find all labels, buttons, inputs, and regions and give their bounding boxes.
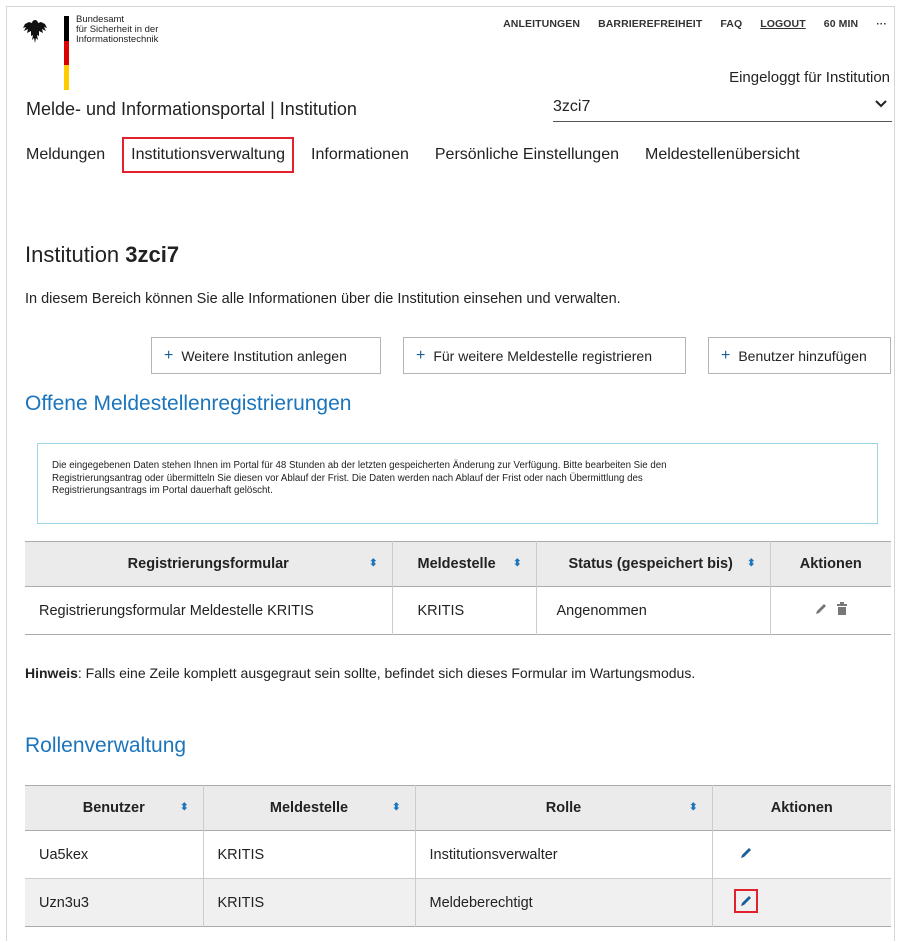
registrations-heading: Offene Meldestellenregistrierungen <box>25 392 352 415</box>
main-navigation: Meldungen Institutionsverwaltung Informa… <box>26 137 826 173</box>
sort-icon[interactable]: ⬍ <box>369 558 377 569</box>
column-header-rolle[interactable]: Rolle ⬍ <box>415 785 713 831</box>
column-header-benutzer[interactable]: Benutzer ⬍ <box>25 785 204 831</box>
plus-icon: + <box>164 346 174 364</box>
federal-eagle-icon <box>23 20 47 43</box>
logout-link[interactable]: LOGOUT <box>760 18 806 30</box>
plus-icon: + <box>721 346 731 364</box>
cell-actions <box>712 831 891 879</box>
cell-role: Institutionsverwalter <box>415 830 713 879</box>
table-row: Registrierungsformular Meldestelle KRITI… <box>25 586 891 635</box>
column-header-registrierungsformular[interactable]: Registrierungsformular ⬍ <box>25 541 393 587</box>
portal-title: Melde- und Informationsportal | Institut… <box>26 99 357 119</box>
edit-icon[interactable] <box>739 846 753 860</box>
sort-icon[interactable]: ⬍ <box>180 802 188 813</box>
cell-meldestelle: KRITIS <box>203 878 416 927</box>
maintenance-hint: Hinweis: Falls eine Zeile komplett ausge… <box>25 665 696 681</box>
more-menu-icon[interactable]: ··· <box>876 18 887 30</box>
add-institution-button[interactable]: + Weitere Institution anlegen <box>151 337 381 374</box>
plus-icon: + <box>416 346 426 364</box>
add-user-button[interactable]: + Benutzer hinzufügen <box>708 337 891 374</box>
column-header-meldestelle[interactable]: Meldestelle ⬍ <box>392 541 537 587</box>
nav-informationen[interactable]: Informationen <box>311 146 409 164</box>
institution-select-value: 3zci7 <box>553 98 591 115</box>
cell-form: Registrierungsformular Meldestelle KRITI… <box>25 586 393 635</box>
nav-persoenliche-einstellungen[interactable]: Persönliche Einstellungen <box>435 146 619 164</box>
delete-icon[interactable] <box>836 601 848 616</box>
sort-icon[interactable]: ⬍ <box>689 802 697 813</box>
cell-user: Uzn3u3 <box>25 878 204 927</box>
edit-icon[interactable] <box>814 602 828 616</box>
register-meldestelle-button[interactable]: + Für weitere Meldestelle registrieren <box>403 337 686 374</box>
link-barrierefreiheit[interactable]: BARRIEREFREIHEIT <box>598 18 702 30</box>
roles-heading: Rollenverwaltung <box>25 734 187 757</box>
column-header-aktionen: Aktionen <box>770 541 891 587</box>
logged-in-label: Eingeloggt für Institution <box>729 69 890 86</box>
session-timer: 60 MIN <box>823 18 859 30</box>
link-faq[interactable]: FAQ <box>720 18 742 30</box>
cell-user: Ua5kex <box>25 830 204 879</box>
intro-text: In diesem Bereich können Sie alle Inform… <box>25 291 621 307</box>
org-name: Bundesamt für Sicherheit in der Informat… <box>76 14 159 45</box>
nav-meldungen[interactable]: Meldungen <box>26 146 105 164</box>
sort-icon[interactable]: ⬍ <box>392 802 400 813</box>
column-header-aktionen: Aktionen <box>712 785 891 831</box>
institution-select[interactable]: 3zci7 <box>553 96 892 122</box>
cell-actions <box>712 879 891 927</box>
cell-meldestelle: KRITIS <box>392 586 537 635</box>
column-header-meldestelle[interactable]: Meldestelle ⬍ <box>203 785 416 831</box>
chevron-down-icon <box>875 100 887 108</box>
registrations-table: Registrierungsformular ⬍ Meldestelle ⬍ Sta… <box>25 541 891 635</box>
column-header-status[interactable]: Status (gespeichert bis) ⬍ <box>536 541 771 587</box>
flag-bar <box>64 16 69 90</box>
edit-icon[interactable] <box>733 888 758 913</box>
page-title-id: 3zci7 <box>125 242 180 267</box>
cell-actions <box>770 587 891 635</box>
sort-icon[interactable]: ⬍ <box>513 558 521 569</box>
hint-label: Hinweis <box>25 665 78 681</box>
table-row: Ua5kex KRITIS Institutionsverwalter <box>25 830 891 879</box>
link-anleitungen[interactable]: ANLEITUNGEN <box>503 18 580 30</box>
cell-status: Angenommen <box>536 586 771 635</box>
registrations-info-box: Die eingegebenen Daten stehen Ihnen im P… <box>37 443 878 524</box>
page-title: Institution 3zci7 <box>25 242 180 267</box>
roles-table: Benutzer ⬍ Meldestelle ⬍ Rolle ⬍ Aktionen U… <box>25 785 891 927</box>
nav-meldestellenuebersicht[interactable]: Meldestellenübersicht <box>645 146 800 164</box>
top-navigation: ANLEITUNGEN BARRIEREFREIHEIT FAQ LOGOUT … <box>503 18 887 30</box>
nav-institutionsverwaltung[interactable]: Institutionsverwaltung <box>122 137 295 173</box>
cell-role: Meldeberechtigt <box>415 878 713 927</box>
sort-icon[interactable]: ⬍ <box>747 558 755 569</box>
table-row: Uzn3u3 KRITIS Meldeberechtigt <box>25 878 891 927</box>
cell-meldestelle: KRITIS <box>203 830 416 879</box>
